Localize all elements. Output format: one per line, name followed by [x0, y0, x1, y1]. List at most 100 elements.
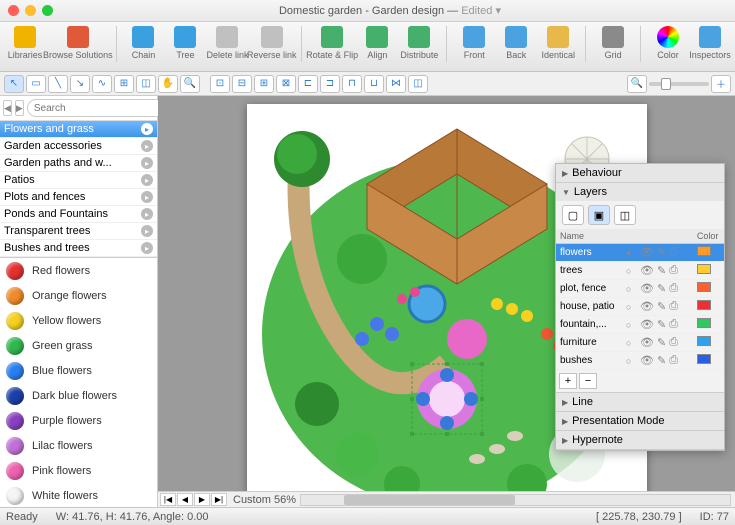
layer-lock-icon[interactable]: ✎ [657, 318, 666, 331]
snap-tool-6[interactable]: ⊐ [320, 75, 340, 93]
layer-print-icon[interactable]: ⎙ [669, 336, 678, 349]
layer-active-icon[interactable]: ○ [626, 302, 632, 312]
browse-solutions-button[interactable]: Browse Solutions [48, 26, 108, 60]
presentation-section-header[interactable]: ▶Presentation Mode [556, 412, 724, 430]
layer-color-chip[interactable] [697, 264, 711, 274]
layer-print-icon[interactable]: ⎙ [669, 246, 678, 259]
last-page-button[interactable]: ▶| [211, 493, 227, 506]
layer-color-chip[interactable] [697, 318, 711, 328]
snap-tool-9[interactable]: ⋈ [386, 75, 406, 93]
inspectors-button[interactable]: Inspectors [691, 26, 729, 60]
category-garden-paths-and-w-[interactable]: Garden paths and w...▸ [0, 155, 157, 172]
snap-tool-2[interactable]: ⊟ [232, 75, 252, 93]
layer-row-trees[interactable]: trees○👁 ✎ ⎙ [556, 262, 724, 280]
layer-lock-icon[interactable]: ✎ [657, 300, 666, 313]
shape-dark-blue-flowers[interactable]: Dark blue flowers [0, 383, 157, 408]
rect-tool[interactable]: ▭ [26, 75, 46, 93]
layer-mode-3-button[interactable]: ◫ [614, 205, 636, 225]
snap-tool-8[interactable]: ⊔ [364, 75, 384, 93]
layer-visible-icon[interactable]: 👁 [640, 318, 654, 331]
hypernote-section-header[interactable]: ▶Hypernote [556, 431, 724, 449]
layer-row-bushes[interactable]: bushes○👁 ✎ ⎙ [556, 352, 724, 370]
layer-color-chip[interactable] [697, 282, 711, 292]
chain-button[interactable]: Chain [124, 26, 162, 60]
h-scroll-thumb[interactable] [344, 495, 516, 505]
layer-row-plot-fence[interactable]: plot, fence○👁 ✎ ⎙ [556, 280, 724, 298]
layer-lock-icon[interactable]: ✎ [657, 246, 666, 259]
text-tool[interactable]: ◫ [136, 75, 156, 93]
rotate-flip-button[interactable]: Rotate & Flip [310, 26, 355, 60]
snap-tool-10[interactable]: ◫ [408, 75, 428, 93]
category-flowers-and-grass[interactable]: Flowers and grass▸ [0, 121, 157, 138]
layer-row-fountain-[interactable]: fountain,...○👁 ✎ ⎙ [556, 316, 724, 334]
connector-tool[interactable]: ↘ [70, 75, 90, 93]
shape-yellow-flowers[interactable]: Yellow flowers [0, 308, 157, 333]
layer-row-furniture[interactable]: furniture○👁 ✎ ⎙ [556, 334, 724, 352]
layer-visible-icon[interactable]: 👁 [640, 264, 654, 277]
layer-print-icon[interactable]: ⎙ [669, 264, 678, 277]
behaviour-section-header[interactable]: ▶Behaviour [556, 164, 724, 182]
minimize-window-button[interactable] [25, 5, 36, 16]
layer-print-icon[interactable]: ⎙ [669, 354, 678, 367]
shape-pink-flowers[interactable]: Pink flowers [0, 458, 157, 483]
layer-lock-icon[interactable]: ✎ [657, 264, 666, 277]
layer-visible-icon[interactable]: 👁 [640, 354, 654, 367]
curve-tool[interactable]: ∿ [92, 75, 112, 93]
delete-link-button[interactable]: Delete link [208, 26, 246, 60]
measure-tool[interactable]: ⊞ [114, 75, 134, 93]
reverse-link-button[interactable]: Reverse link [250, 26, 292, 60]
inspector-panel[interactable]: ▶Behaviour ▼Layers ▢ ▣ ◫ NameColor flowe… [555, 163, 725, 451]
layer-visible-icon[interactable]: 👁 [640, 300, 654, 313]
identical-button[interactable]: Identical [539, 26, 577, 60]
align-button[interactable]: Align [358, 26, 396, 60]
shape-red-flowers[interactable]: Red flowers [0, 258, 157, 283]
layer-color-chip[interactable] [697, 336, 711, 346]
zoom-tool[interactable]: 🔍 [180, 75, 200, 93]
zoom-in-button[interactable]: ＋ [711, 75, 731, 93]
shape-white-flowers[interactable]: White flowers [0, 483, 157, 507]
category-transparent-trees[interactable]: Transparent trees▸ [0, 223, 157, 240]
snap-tool-4[interactable]: ⊠ [276, 75, 296, 93]
category-patios[interactable]: Patios▸ [0, 172, 157, 189]
category-bushes-and-trees[interactable]: Bushes and trees▸ [0, 240, 157, 257]
zoom-out-button[interactable]: 🔍 [627, 75, 647, 93]
layer-mode-2-button[interactable]: ▣ [588, 205, 610, 225]
zoom-window-button[interactable] [42, 5, 53, 16]
layer-lock-icon[interactable]: ✎ [657, 282, 666, 295]
first-page-button[interactable]: |◀ [160, 493, 176, 506]
layer-color-chip[interactable] [697, 300, 711, 310]
line-tool[interactable]: ╲ [48, 75, 68, 93]
layers-section-header[interactable]: ▼Layers [556, 183, 724, 201]
layer-row-house-patio[interactable]: house, patio○👁 ✎ ⎙ [556, 298, 724, 316]
shape-purple-flowers[interactable]: Purple flowers [0, 408, 157, 433]
category-garden-accessories[interactable]: Garden accessories▸ [0, 138, 157, 155]
shape-orange-flowers[interactable]: Orange flowers [0, 283, 157, 308]
snap-tool-7[interactable]: ⊓ [342, 75, 362, 93]
close-window-button[interactable] [8, 5, 19, 16]
layer-active-icon[interactable]: ○ [626, 266, 632, 276]
remove-layer-button[interactable]: − [579, 373, 597, 389]
color-button[interactable]: Color [649, 26, 687, 60]
layer-color-chip[interactable] [697, 354, 711, 364]
distribute-button[interactable]: Distribute [400, 26, 438, 60]
snap-tool-5[interactable]: ⊏ [298, 75, 318, 93]
layer-active-icon[interactable]: ○ [626, 338, 632, 348]
layer-row-flowers[interactable]: flowers●👁 ✎ ⎙ [556, 244, 724, 262]
h-scroll-track[interactable] [300, 494, 731, 506]
library-back-button[interactable]: ◀ [3, 100, 12, 116]
layer-visible-icon[interactable]: 👁 [640, 282, 654, 295]
layer-lock-icon[interactable]: ✎ [657, 354, 666, 367]
back-button[interactable]: Back [497, 26, 535, 60]
hand-tool[interactable]: ✋ [158, 75, 178, 93]
layer-active-icon[interactable]: ○ [626, 320, 632, 330]
pointer-tool[interactable]: ↖ [4, 75, 24, 93]
libraries-button[interactable]: Libraries [6, 26, 44, 60]
snap-tool-3[interactable]: ⊞ [254, 75, 274, 93]
snap-tool-1[interactable]: ⊡ [210, 75, 230, 93]
layer-active-icon[interactable]: ● [626, 248, 632, 258]
layer-visible-icon[interactable]: 👁 [640, 336, 654, 349]
library-forward-button[interactable]: ▶ [15, 100, 24, 116]
category-ponds-and-fountains[interactable]: Ponds and Fountains▸ [0, 206, 157, 223]
layer-active-icon[interactable]: ○ [626, 356, 632, 366]
category-plots-and-fences[interactable]: Plots and fences▸ [0, 189, 157, 206]
